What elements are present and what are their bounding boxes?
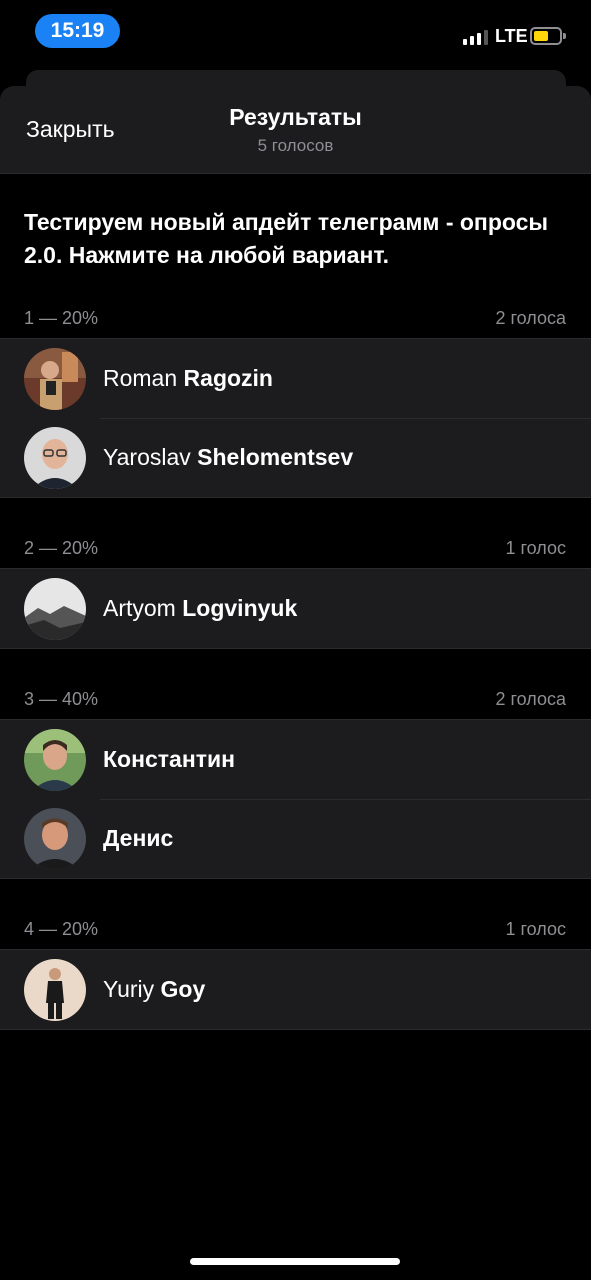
- voter-row[interactable]: Roman Ragozin: [0, 339, 591, 418]
- voter-row[interactable]: Yaroslav Shelomentsev: [0, 418, 591, 497]
- option-vote-count: 2 голоса: [495, 689, 566, 709]
- option-percent: 3 — 40%: [24, 689, 99, 709]
- vote-total: 5 голосов: [257, 136, 334, 155]
- avatar: [24, 427, 86, 489]
- option-vote-count: 1 голос: [505, 919, 566, 939]
- voters-list: Roman Ragozin Yaroslav Shelomentsev: [0, 338, 591, 498]
- voters-list: Artyom Logvinyuk: [0, 568, 591, 649]
- avatar: [24, 729, 86, 791]
- voter-name: Roman Ragozin: [103, 365, 273, 391]
- signal-icon: [463, 30, 488, 45]
- status-bar: 15:19 LTE: [0, 0, 591, 64]
- status-time[interactable]: 15:19: [35, 14, 120, 48]
- option-header: 3 — 40% 2 голоса: [24, 689, 566, 713]
- voter-name: Константин: [103, 746, 236, 772]
- avatar: [24, 348, 86, 410]
- voters-list: Yuriy Goy: [0, 949, 591, 1030]
- option-header: 4 — 20% 1 голос: [24, 919, 566, 943]
- option-header: 2 — 20% 1 голос: [24, 538, 566, 562]
- option-percent: 1 — 20%: [24, 308, 99, 328]
- sheet-title: Результаты: [229, 104, 362, 130]
- battery-icon: [530, 27, 566, 45]
- results-sheet: Закрыть Результаты 5 голосов Тестируем н…: [0, 86, 591, 1280]
- sheet-header: Закрыть Результаты 5 голосов: [0, 86, 591, 174]
- voter-row[interactable]: Artyom Logvinyuk: [0, 569, 591, 648]
- voter-name: Yaroslav Shelomentsev: [103, 444, 354, 470]
- voter-name: Денис: [103, 825, 174, 851]
- option-percent: 2 — 20%: [24, 538, 99, 558]
- avatar: [24, 578, 86, 640]
- option-vote-count: 1 голос: [505, 538, 566, 558]
- option-header: 1 — 20% 2 голоса: [24, 308, 566, 332]
- voters-list: Константин Денис: [0, 719, 591, 879]
- home-indicator[interactable]: [190, 1258, 400, 1265]
- avatar: [24, 808, 86, 870]
- network-type: LTE: [495, 26, 528, 46]
- poll-question: Тестируем новый апдейт телеграмм - опрос…: [24, 209, 549, 268]
- option-vote-count: 2 голоса: [495, 308, 566, 328]
- voter-row[interactable]: Константин: [0, 720, 591, 799]
- avatar: [24, 959, 86, 1021]
- voter-row[interactable]: Денис: [0, 799, 591, 878]
- option-percent: 4 — 20%: [24, 919, 99, 939]
- voter-row[interactable]: Yuriy Goy: [0, 950, 591, 1029]
- voter-name: Artyom Logvinyuk: [103, 595, 298, 621]
- voter-name: Yuriy Goy: [103, 976, 206, 1002]
